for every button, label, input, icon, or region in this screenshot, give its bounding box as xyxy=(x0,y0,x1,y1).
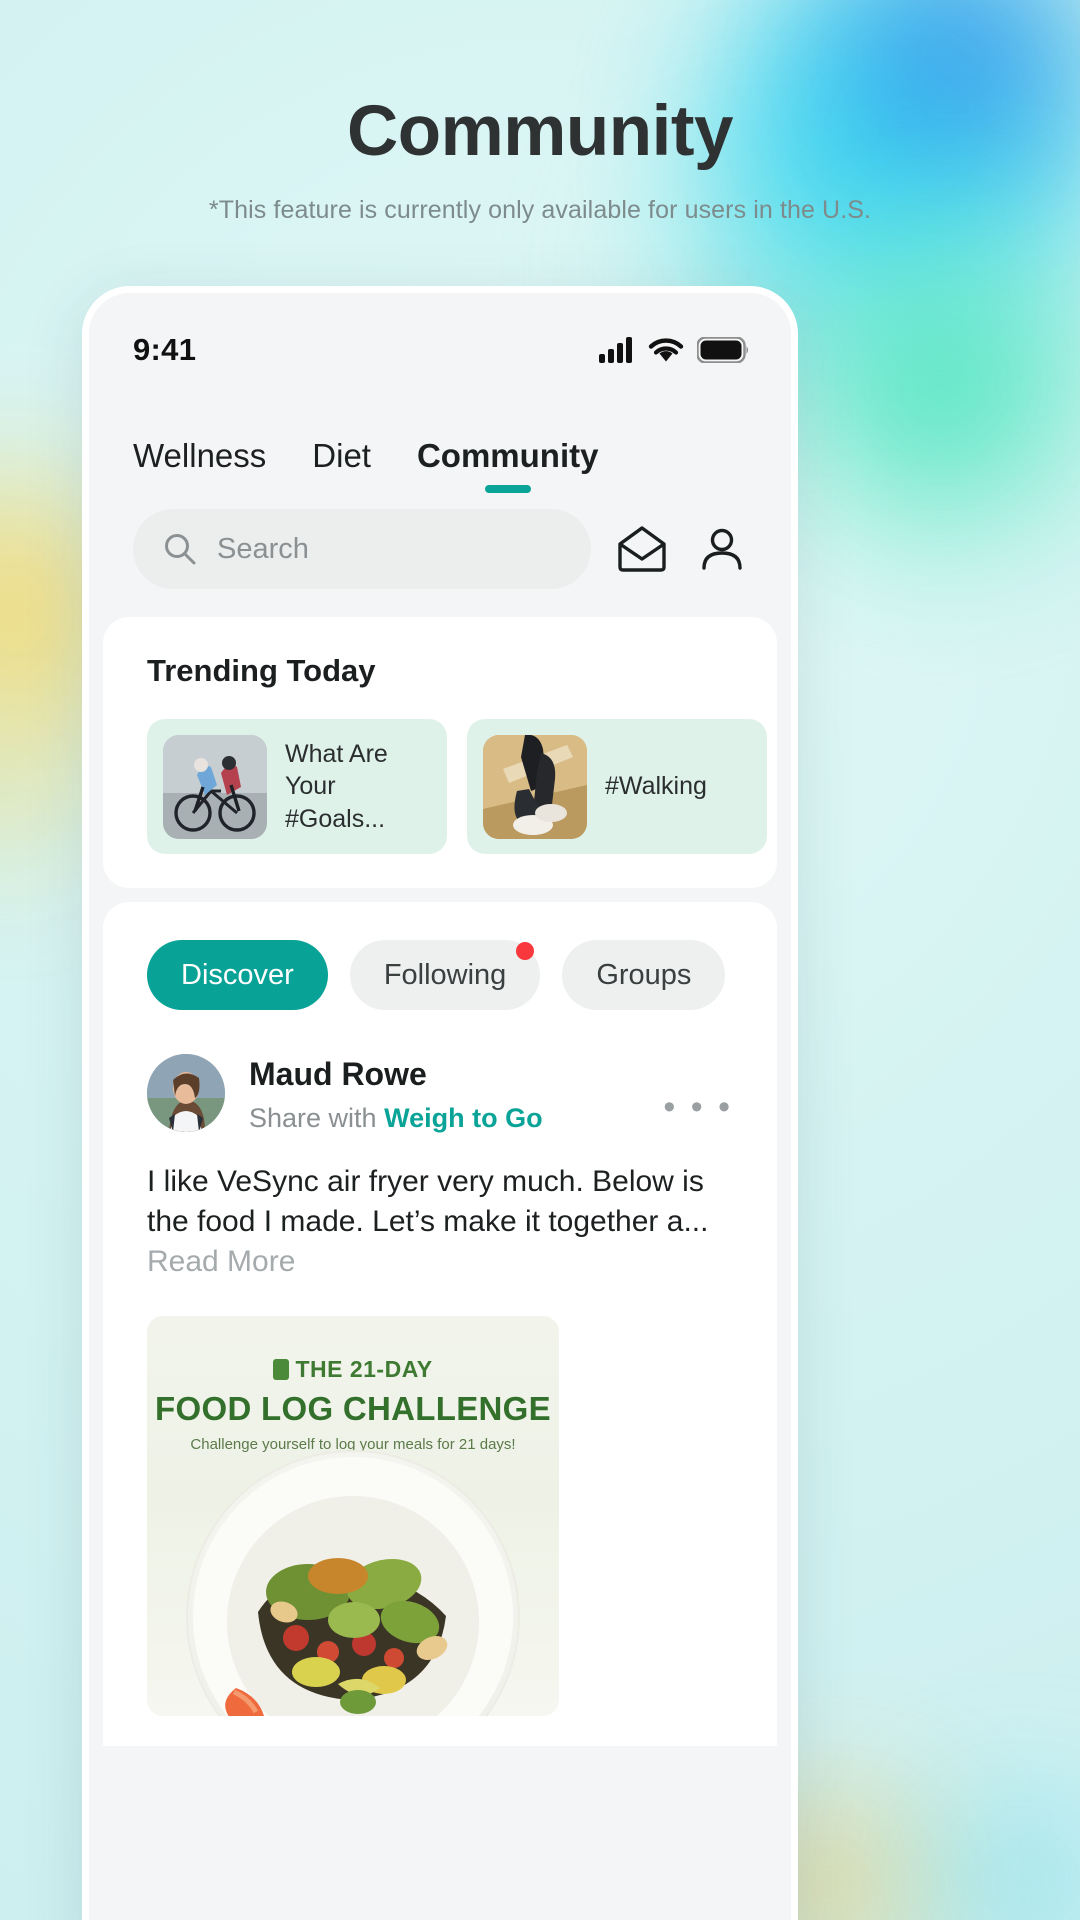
trending-item-label: #Walking xyxy=(605,772,707,801)
chip-following[interactable]: Following xyxy=(349,940,541,1010)
page-root: Community *This feature is currently onl… xyxy=(0,0,1080,1920)
trending-list[interactable]: What Are Your #Goals... #Walking xyxy=(103,689,777,854)
feed-filter-chips: Discover Following Groups xyxy=(103,932,777,1010)
challenge-line-1-text: THE 21-DAY xyxy=(295,1355,433,1382)
challenge-line-2: FOOD LOG CHALLENGE xyxy=(155,1389,551,1427)
battery-icon xyxy=(697,337,748,363)
top-tab-bar: Wellness Diet Community xyxy=(89,389,791,493)
post-share-group[interactable]: Weigh to Go xyxy=(384,1103,542,1133)
walking-legs-photo xyxy=(483,734,587,839)
search-icon xyxy=(165,534,196,565)
challenge-badge-icon xyxy=(273,1358,290,1380)
post-share-line: Share with Weigh to Go xyxy=(249,1103,639,1134)
post-author-name: Maud Rowe xyxy=(249,1056,427,1092)
tab-diet-label: Diet xyxy=(312,437,371,474)
chip-discover-label: Discover xyxy=(181,958,294,991)
search-row: Search xyxy=(89,493,791,617)
cellular-signal-icon xyxy=(599,337,632,363)
challenge-line-1: THE 21-DAY xyxy=(147,1356,559,1383)
search-placeholder: Search xyxy=(217,532,309,565)
status-time: 9:41 xyxy=(133,332,197,367)
tab-wellness-label: Wellness xyxy=(133,437,267,474)
post-body-text: I like VeSync air fryer very much. Below… xyxy=(147,1165,709,1238)
chip-following-label: Following xyxy=(383,958,507,991)
page-subtitle: *This feature is currently only availabl… xyxy=(208,195,872,224)
page-header: Community *This feature is currently onl… xyxy=(0,0,1080,225)
post-image-challenge[interactable]: THE 21-DAY FOOD LOG CHALLENGE Challenge … xyxy=(147,1315,559,1716)
person-icon[interactable] xyxy=(693,520,751,578)
status-bar: 9:41 xyxy=(89,293,791,389)
notification-badge-dot xyxy=(516,942,535,960)
tab-active-underline xyxy=(484,485,531,493)
person-glyph xyxy=(702,528,742,570)
challenge-line-3: Challenge yourself to log your meals for… xyxy=(190,1435,516,1453)
mail-glyph xyxy=(618,526,666,572)
post-meta: Maud Rowe Share with Weigh to Go xyxy=(249,1054,639,1134)
trending-title: Trending Today xyxy=(147,653,376,688)
cyclists-photo xyxy=(163,734,267,839)
trending-item[interactable]: What Are Your #Goals... xyxy=(147,719,447,854)
trending-item-label: What Are Your #Goals... xyxy=(285,739,388,833)
status-icons xyxy=(599,337,749,363)
wifi-icon xyxy=(648,338,684,362)
trending-item[interactable]: #Walking xyxy=(467,719,767,854)
page-title: Community xyxy=(347,92,734,171)
post-header: Maud Rowe Share with Weigh to Go • • • xyxy=(147,1054,733,1134)
search-input[interactable]: Search xyxy=(133,509,591,589)
chip-groups-label: Groups xyxy=(596,958,692,991)
trending-card: Trending Today What Are Your #Goals... #… xyxy=(103,617,777,888)
post-body: I like VeSync air fryer very much. Below… xyxy=(147,1162,733,1282)
tab-community-label: Community xyxy=(416,437,599,474)
phone-screen: 9:41 Wellness Diet Community Search Tren… xyxy=(89,293,791,1920)
chip-discover[interactable]: Discover xyxy=(147,940,328,1010)
tab-community[interactable]: Community xyxy=(416,437,599,493)
read-more-link[interactable]: Read More xyxy=(147,1245,295,1278)
post-more-options-button[interactable]: • • • xyxy=(663,1054,733,1127)
mail-icon[interactable] xyxy=(613,520,671,578)
feed-post: Maud Rowe Share with Weigh to Go • • • I… xyxy=(103,1010,777,1716)
food-plate-photo xyxy=(188,1451,518,1716)
post-share-prefix: Share with xyxy=(249,1103,385,1133)
chip-groups[interactable]: Groups xyxy=(562,940,726,1010)
avatar[interactable] xyxy=(147,1054,225,1132)
tab-wellness[interactable]: Wellness xyxy=(133,437,266,493)
phone-mockup: 9:41 Wellness Diet Community Search Tren… xyxy=(82,286,798,1920)
tab-diet[interactable]: Diet xyxy=(312,437,371,493)
feed-card: Discover Following Groups Maud Rowe Shar… xyxy=(103,902,777,1746)
